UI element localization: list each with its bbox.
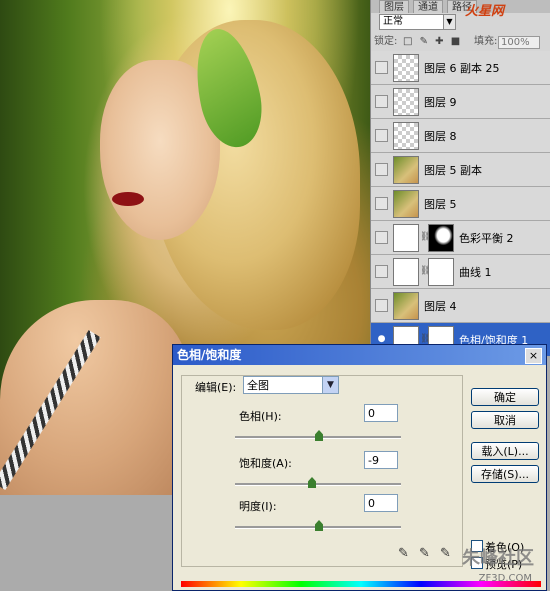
visibility-toggle[interactable] — [375, 61, 388, 74]
layer-row[interactable]: 图层 4 — [371, 289, 550, 323]
saturation-slider-track[interactable] — [235, 483, 401, 486]
layer-thumbnail — [393, 224, 419, 252]
watermark-url: ZF3D.COM — [478, 573, 532, 584]
eyedropper-icon[interactable]: ✎ — [398, 546, 409, 561]
blend-mode-value: 正常 — [383, 16, 403, 27]
layer-name: 图层 8 — [424, 130, 457, 143]
layer-name: 图层 4 — [424, 300, 457, 313]
watermark-text: 朱峰社区 — [462, 548, 534, 569]
layer-name: 图层 5 副本 — [424, 164, 482, 177]
layer-thumbnail — [393, 190, 419, 218]
hue-label: 色相(H): — [239, 410, 282, 423]
visibility-toggle[interactable] — [375, 197, 388, 210]
eyedropper-minus-icon[interactable]: ✎ — [440, 546, 451, 561]
lightness-input[interactable]: 0 — [364, 494, 398, 512]
layer-row[interactable]: 图层 6 副本 25 — [371, 51, 550, 85]
layer-thumbnail — [393, 258, 419, 286]
visibility-toggle[interactable] — [375, 129, 388, 142]
edit-group-box — [181, 375, 463, 567]
layer-row[interactable]: 图层 8 — [371, 119, 550, 153]
saturation-input[interactable]: -9 — [364, 451, 398, 469]
lips-region — [112, 192, 144, 206]
lightness-label: 明度(I): — [239, 500, 277, 513]
chevron-down-icon: ▼ — [443, 15, 455, 29]
hue-input[interactable]: 0 — [364, 404, 398, 422]
fill-label: 填充: — [474, 36, 498, 47]
layer-row[interactable]: ⛓ 曲线 1 — [371, 255, 550, 289]
layer-row[interactable]: ⛓ 色彩平衡 2 — [371, 221, 550, 255]
cancel-button[interactable]: 取消 — [471, 411, 539, 429]
ok-button[interactable]: 确定 — [471, 388, 539, 406]
layers-panel: 图层 通道 路径 火星网 正常 ▼ 锁定: □ ✎ ✚ ■ 填充: 100% 图… — [370, 0, 550, 357]
shoulder-region — [0, 300, 190, 495]
lock-row: 锁定: □ ✎ ✚ ■ 填充: 100% — [371, 34, 550, 50]
layer-name: 图层 9 — [424, 96, 457, 109]
saturation-label: 饱和度(A): — [239, 457, 292, 470]
chevron-down-icon: ▼ — [322, 377, 338, 393]
layer-mask-thumbnail — [428, 258, 454, 286]
site-logo: 火星网 — [465, 4, 505, 19]
blend-mode-select[interactable]: 正常 ▼ — [379, 14, 456, 30]
layer-name: 色彩平衡 2 — [459, 232, 514, 245]
layer-row[interactable]: 图层 9 — [371, 85, 550, 119]
eyedropper-plus-icon[interactable]: ✎ — [419, 546, 430, 561]
layer-thumbnail — [393, 88, 419, 116]
edit-select[interactable]: 全图 ▼ — [243, 376, 339, 394]
dialog-title: 色相/饱和度 — [173, 345, 546, 365]
hue-saturation-dialog: 色相/饱和度 × 编辑(E): 全图 ▼ 色相(H): 0 饱和度(A): -9… — [172, 344, 547, 591]
layer-name: 图层 5 — [424, 198, 457, 211]
load-button[interactable]: 载入(L)... — [471, 442, 539, 460]
layer-mask-thumbnail — [428, 224, 454, 252]
layer-name: 图层 6 副本 25 — [424, 62, 500, 75]
layer-row[interactable]: 图层 5 副本 — [371, 153, 550, 187]
visibility-toggle[interactable] — [375, 299, 388, 312]
edit-label: 编辑(E): — [195, 381, 237, 394]
visibility-toggle[interactable] — [375, 95, 388, 108]
layer-thumbnail — [393, 292, 419, 320]
layer-thumbnail — [393, 156, 419, 184]
layer-row[interactable]: 图层 5 — [371, 187, 550, 221]
close-button[interactable]: × — [525, 348, 542, 364]
visibility-toggle[interactable] — [375, 163, 388, 176]
tab-channels[interactable]: 通道 — [413, 0, 443, 13]
save-button[interactable]: 存储(S)... — [471, 465, 539, 483]
lock-label: 锁定: — [374, 36, 398, 47]
layer-name: 曲线 1 — [459, 266, 492, 279]
visibility-toggle[interactable] — [375, 265, 388, 278]
lock-icons[interactable]: □ ✎ ✚ ■ — [403, 34, 462, 50]
tab-layers[interactable]: 图层 — [379, 0, 409, 13]
fill-input[interactable]: 100% — [498, 36, 540, 49]
layer-thumbnail — [393, 122, 419, 150]
layer-thumbnail — [393, 54, 419, 82]
visibility-toggle[interactable] — [375, 231, 388, 244]
edit-select-value: 全图 — [247, 379, 269, 392]
